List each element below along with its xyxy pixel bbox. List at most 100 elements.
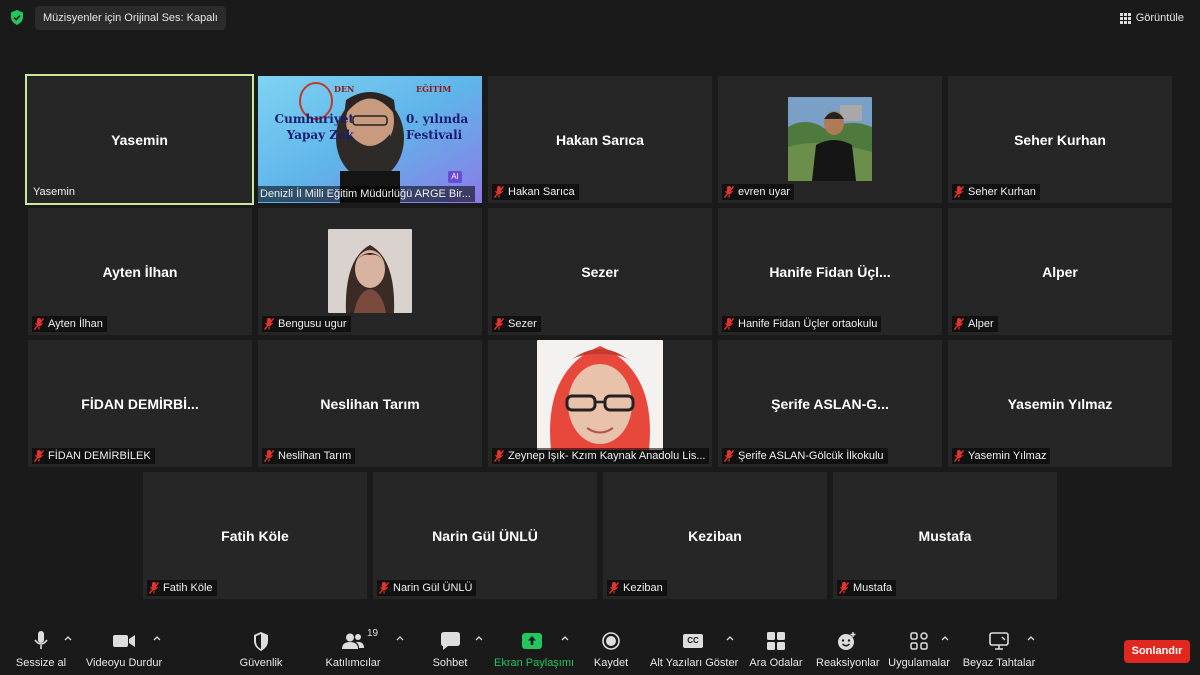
view-button[interactable]: Görüntüle	[1114, 6, 1190, 30]
participant-tile[interactable]: Cumhuriyet Yapay Zek 0. yılında Festival…	[258, 76, 482, 203]
participant-photo	[328, 229, 412, 313]
participants-count: 19	[367, 628, 379, 639]
banner-header-left: DEN	[334, 84, 355, 94]
participant-photo	[788, 97, 872, 181]
participants-label: Katılımcılar	[325, 657, 381, 669]
participant-name: Yasemin	[111, 131, 168, 148]
whiteboards-options-caret[interactable]	[1027, 635, 1035, 641]
chat-label: Sohbet	[432, 657, 468, 669]
participant-tile[interactable]: Sezer Sezer	[488, 208, 712, 335]
security-shield-icon	[254, 631, 268, 651]
mic-off-icon	[954, 318, 964, 330]
participant-tile[interactable]: Keziban Keziban	[603, 472, 827, 599]
participant-tile[interactable]: Yasemin Yasemin	[25, 74, 254, 205]
security-label: Güvenlik	[239, 657, 283, 669]
captions-options-caret[interactable]	[726, 635, 734, 641]
apps-label: Uygulamalar	[888, 657, 950, 669]
participant-tile[interactable]: Seher Kurhan Seher Kurhan	[948, 76, 1172, 203]
record-label: Kaydet	[593, 657, 629, 669]
mic-off-icon	[494, 450, 504, 462]
participant-tile[interactable]: Hakan Sarıca Hakan Sarıca	[488, 76, 712, 203]
participants-options-caret[interactable]	[396, 635, 404, 641]
mic-off-icon	[724, 318, 734, 330]
stop-video-button[interactable]: Videoyu Durdur	[84, 630, 164, 672]
mute-options-caret[interactable]	[64, 635, 72, 641]
microphone-icon	[34, 631, 48, 649]
mic-off-icon	[609, 582, 619, 594]
security-button[interactable]: Güvenlik	[234, 630, 288, 672]
breakout-rooms-icon	[767, 632, 785, 650]
mic-off-icon	[34, 318, 44, 330]
participant-tile[interactable]: Fatih Köle Fatih Köle	[143, 472, 367, 599]
participant-name: Mustafa	[918, 527, 972, 544]
whiteboards-button[interactable]: Beyaz Tahtalar	[962, 630, 1036, 672]
participant-label: Ayten İlhan	[32, 316, 107, 332]
participant-tile[interactable]: Ayten İlhan Ayten İlhan	[28, 208, 252, 335]
participant-tile[interactable]: FİDAN DEMİRBİ... FİDAN DEMİRBİLEK	[28, 340, 252, 467]
mic-off-icon	[724, 186, 734, 198]
mic-off-icon	[724, 450, 734, 462]
chat-options-caret[interactable]	[475, 635, 483, 641]
participant-label: Narin Gül ÜNLÜ	[377, 580, 477, 596]
participant-name: Hakan Sarıca	[556, 131, 644, 148]
share-screen-button[interactable]: Ekran Paylaşımı	[494, 630, 574, 672]
participant-label: Fatih Köle	[147, 580, 217, 596]
participant-label: Şerife ASLAN-Gölcük İlkokulu	[722, 448, 888, 464]
whiteboard-icon	[989, 632, 1009, 650]
reactions-smiley-icon	[838, 632, 856, 650]
mic-off-icon	[954, 450, 964, 462]
end-meeting-button[interactable]: Sonlandır	[1124, 640, 1190, 663]
captions-label: Alt Yazıları Göster	[650, 657, 739, 669]
participant-name: Fatih Köle	[221, 527, 289, 544]
mute-button[interactable]: Sessize al	[14, 630, 68, 672]
share-options-caret[interactable]	[561, 635, 569, 641]
participant-label: Keziban	[607, 580, 667, 596]
mic-off-icon	[379, 582, 389, 594]
participant-tile[interactable]: Hanife Fidan Üçl... Hanife Fidan Üçler o…	[718, 208, 942, 335]
video-camera-icon	[113, 635, 135, 647]
participants-icon	[342, 633, 364, 649]
participant-name: Yasemin Yılmaz	[1007, 395, 1113, 412]
banner-text-right: 0. yılında Festivali	[406, 112, 469, 142]
apps-options-caret[interactable]	[941, 635, 949, 641]
participant-label: Neslihan Tarım	[262, 448, 356, 464]
participant-name: FİDAN DEMİRBİ...	[81, 395, 199, 412]
participant-tile[interactable]: Şerife ASLAN-G... Şerife ASLAN-Gölcük İl…	[718, 340, 942, 467]
participant-tile[interactable]: Mustafa Mustafa	[833, 472, 1057, 599]
whiteboards-label: Beyaz Tahtalar	[962, 657, 1036, 669]
stop-video-label: Videoyu Durdur	[85, 657, 163, 669]
mic-off-icon	[264, 318, 274, 330]
participant-tile[interactable]: Alper Alper	[948, 208, 1172, 335]
video-options-caret[interactable]	[153, 635, 161, 641]
participant-tile[interactable]: Zeynep Işık- Kzım Kaynak Anadolu Lis...	[488, 340, 712, 467]
chat-button[interactable]: Sohbet	[426, 630, 474, 672]
reactions-label: Reaksiyonlar	[816, 657, 880, 669]
participant-tile[interactable]: Neslihan Tarım Neslihan Tarım	[258, 340, 482, 467]
participant-tile[interactable]: Narin Gül ÜNLÜ Narin Gül ÜNLÜ	[373, 472, 597, 599]
participant-name: Alper	[1042, 263, 1078, 280]
chat-bubble-icon	[440, 632, 460, 650]
original-sound-status[interactable]: Müzisyenler için Orijinal Ses: Kapalı	[35, 6, 226, 30]
record-button[interactable]: Kaydet	[588, 630, 634, 672]
reactions-button[interactable]: Reaksiyonlar	[816, 630, 880, 672]
banner-header-right: EĞİTİM	[416, 84, 452, 94]
shield-icon[interactable]	[10, 10, 24, 25]
apps-icon	[910, 632, 928, 650]
participant-label: Hanife Fidan Üçler ortaokulu	[722, 316, 882, 332]
participant-tile[interactable]: Yasemin Yılmaz Yasemin Yılmaz	[948, 340, 1172, 467]
participant-tile[interactable]: Bengusu ugur	[258, 208, 482, 335]
breakout-rooms-button[interactable]: Ara Odalar	[748, 630, 804, 672]
participant-label: Seher Kurhan	[952, 184, 1040, 200]
mic-off-icon	[494, 318, 504, 330]
participant-name: Seher Kurhan	[1014, 131, 1106, 148]
participant-label: Bengusu ugur	[262, 316, 351, 332]
participant-name: Keziban	[688, 527, 742, 544]
meeting-toolbar: Sessize al Videoyu Durdur Güvenlik 19 Ka…	[0, 625, 1200, 675]
participants-button[interactable]: 19 Katılımcılar	[322, 628, 384, 672]
captions-button[interactable]: CC Alt Yazıları Göster	[650, 630, 739, 672]
participant-tile[interactable]: evren uyar	[718, 76, 942, 203]
participant-name: Narin Gül ÜNLÜ	[432, 527, 538, 544]
participant-label: Sezer	[492, 316, 541, 332]
mic-off-icon	[839, 582, 849, 594]
participant-label: FİDAN DEMİRBİLEK	[32, 448, 155, 464]
